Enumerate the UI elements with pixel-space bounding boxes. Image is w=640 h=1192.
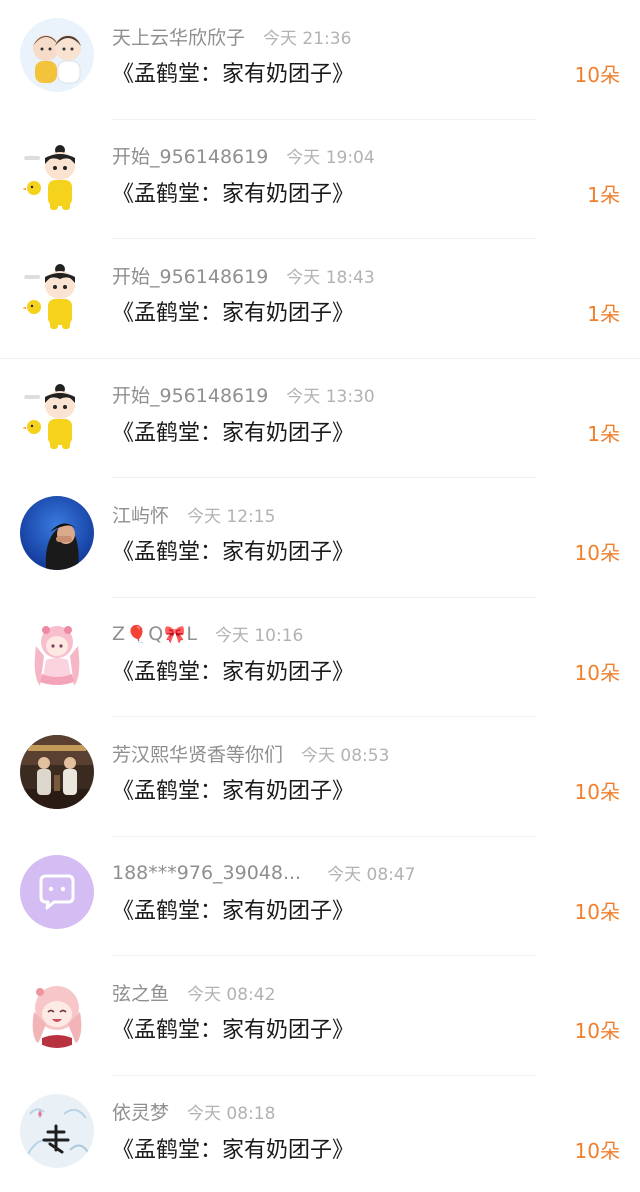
person-photo-icon bbox=[20, 496, 94, 570]
couple-cartoon-icon bbox=[20, 18, 94, 92]
pink-anime-girl-icon bbox=[20, 615, 94, 690]
avatar[interactable] bbox=[20, 974, 94, 1048]
timestamp: 今天 08:47 bbox=[327, 865, 416, 885]
avatar[interactable] bbox=[20, 1093, 94, 1168]
stage-performers-icon bbox=[20, 735, 94, 809]
username-part: L bbox=[186, 622, 197, 645]
avatar[interactable] bbox=[20, 615, 94, 690]
timestamp: 今天 13:30 bbox=[286, 387, 375, 407]
avatar[interactable] bbox=[20, 18, 94, 92]
list-item[interactable]: 弦之鱼 今天 08:42 《孟鹤堂：家有奶团子》 10朵 bbox=[0, 956, 640, 1076]
laughing-anime-girl-icon bbox=[20, 974, 94, 1048]
item-meta: Z🎈Q🎀L 今天 10:16 bbox=[112, 620, 303, 648]
flower-count: 1朵 bbox=[587, 302, 620, 326]
item-meta: 开始_956148619 今天 13:30 bbox=[112, 381, 375, 409]
item-meta: 江屿怀 今天 12:15 bbox=[112, 500, 275, 528]
ribbon-emoji-icon: 🎀 bbox=[164, 624, 186, 645]
timestamp: 今天 08:53 bbox=[301, 745, 390, 766]
work-title[interactable]: 《孟鹤堂：家有奶团子》 bbox=[112, 297, 354, 331]
list-item[interactable]: Z🎈Q🎀L 今天 10:16 《孟鹤堂：家有奶团子》 10朵 bbox=[0, 598, 640, 717]
username-part: Z bbox=[112, 622, 126, 645]
item-meta: 天上云华欣欣子 今天 21:36 bbox=[112, 22, 351, 50]
username[interactable]: 开始_956148619 bbox=[112, 262, 268, 289]
dream-calligraphy-icon bbox=[20, 1093, 94, 1168]
item-meta: 开始_956148619 今天 18:43 bbox=[112, 261, 375, 289]
flower-count: 10朵 bbox=[574, 541, 620, 565]
work-title[interactable]: 《孟鹤堂：家有奶团子》 bbox=[112, 775, 354, 809]
avatar[interactable] bbox=[20, 735, 94, 809]
avatar[interactable] bbox=[20, 257, 94, 331]
username[interactable]: 依灵梦 bbox=[112, 1098, 169, 1125]
username[interactable]: 江屿怀 bbox=[112, 501, 169, 528]
list-item[interactable]: 芳汉熙华贤香等你们 今天 08:53 《孟鹤堂：家有奶团子》 10朵 bbox=[0, 717, 640, 837]
username-part: Q bbox=[148, 622, 164, 645]
work-title[interactable]: 《孟鹤堂：家有奶团子》 bbox=[112, 656, 354, 690]
work-title[interactable]: 《孟鹤堂：家有奶团子》 bbox=[112, 1014, 354, 1048]
list-item[interactable]: 开始_956148619 今天 19:04 《孟鹤堂：家有奶团子》 1朵 bbox=[0, 120, 640, 239]
username[interactable]: 芳汉熙华贤香等你们 bbox=[112, 740, 283, 767]
item-meta: 依灵梦 今天 08:18 bbox=[112, 1098, 275, 1126]
list-item[interactable]: 开始_956148619 今天 13:30 《孟鹤堂：家有奶团子》 1朵 bbox=[0, 359, 640, 478]
work-title[interactable]: 《孟鹤堂：家有奶团子》 bbox=[112, 895, 354, 929]
flower-count: 10朵 bbox=[574, 1138, 620, 1163]
avatar[interactable] bbox=[20, 137, 94, 212]
flower-count: 10朵 bbox=[574, 63, 620, 87]
flower-count: 10朵 bbox=[574, 660, 620, 685]
avatar[interactable] bbox=[20, 496, 94, 570]
list-item[interactable]: 江屿怀 今天 12:15 《孟鹤堂：家有奶团子》 10朵 bbox=[0, 478, 640, 598]
timestamp: 今天 18:43 bbox=[286, 267, 375, 288]
item-meta: 弦之鱼 今天 08:42 bbox=[112, 978, 275, 1006]
boy-yellow-suit-icon bbox=[20, 376, 94, 451]
timestamp: 今天 08:42 bbox=[187, 984, 276, 1005]
username[interactable]: Z🎈Q🎀L bbox=[112, 623, 197, 645]
flower-count: 10朵 bbox=[574, 1019, 620, 1043]
flower-count: 10朵 bbox=[574, 780, 620, 804]
work-title[interactable]: 《孟鹤堂：家有奶团子》 bbox=[112, 1134, 354, 1168]
username[interactable]: 开始_956148619 bbox=[112, 381, 268, 408]
item-meta: 芳汉熙华贤香等你们 今天 08:53 bbox=[112, 739, 389, 767]
list-item[interactable]: 开始_956148619 今天 18:43 《孟鹤堂：家有奶团子》 1朵 bbox=[0, 239, 640, 359]
flower-count: 1朵 bbox=[587, 182, 620, 207]
timestamp: 今天 19:04 bbox=[286, 148, 375, 168]
item-meta: 188***976_39048... 今天 08:47 bbox=[112, 859, 416, 887]
boy-yellow-suit-icon bbox=[20, 137, 94, 212]
username[interactable]: 开始_956148619 bbox=[112, 142, 268, 169]
list-item[interactable]: 188***976_39048... 今天 08:47 《孟鹤堂：家有奶团子》 … bbox=[0, 837, 640, 956]
list-item[interactable]: 依灵梦 今天 08:18 《孟鹤堂：家有奶团子》 10朵 bbox=[0, 1076, 640, 1192]
gift-record-list: 天上云华欣欣子 今天 21:36 《孟鹤堂：家有奶团子》 10朵 开始_9561… bbox=[0, 0, 640, 1192]
flower-count: 10朵 bbox=[574, 899, 620, 924]
timestamp: 今天 12:15 bbox=[187, 506, 276, 527]
work-title[interactable]: 《孟鹤堂：家有奶团子》 bbox=[112, 417, 354, 451]
avatar[interactable] bbox=[20, 854, 94, 929]
list-item[interactable]: 天上云华欣欣子 今天 21:36 《孟鹤堂：家有奶团子》 10朵 bbox=[0, 0, 640, 120]
chat-bubble-icon bbox=[20, 854, 94, 929]
work-title[interactable]: 《孟鹤堂：家有奶团子》 bbox=[112, 178, 354, 212]
work-title[interactable]: 《孟鹤堂：家有奶团子》 bbox=[112, 536, 354, 570]
timestamp: 今天 08:18 bbox=[187, 1104, 276, 1124]
avatar[interactable] bbox=[20, 376, 94, 451]
boy-yellow-suit-icon bbox=[20, 257, 94, 331]
item-meta: 开始_956148619 今天 19:04 bbox=[112, 142, 375, 170]
balloon-emoji-icon: 🎈 bbox=[126, 624, 148, 645]
work-title[interactable]: 《孟鹤堂：家有奶团子》 bbox=[112, 58, 354, 92]
flower-count: 1朵 bbox=[587, 421, 620, 446]
timestamp: 今天 10:16 bbox=[214, 626, 304, 646]
username[interactable]: 弦之鱼 bbox=[112, 979, 169, 1006]
timestamp: 今天 21:36 bbox=[263, 28, 352, 49]
username[interactable]: 188***976_39048... bbox=[112, 862, 301, 884]
username[interactable]: 天上云华欣欣子 bbox=[112, 23, 245, 50]
